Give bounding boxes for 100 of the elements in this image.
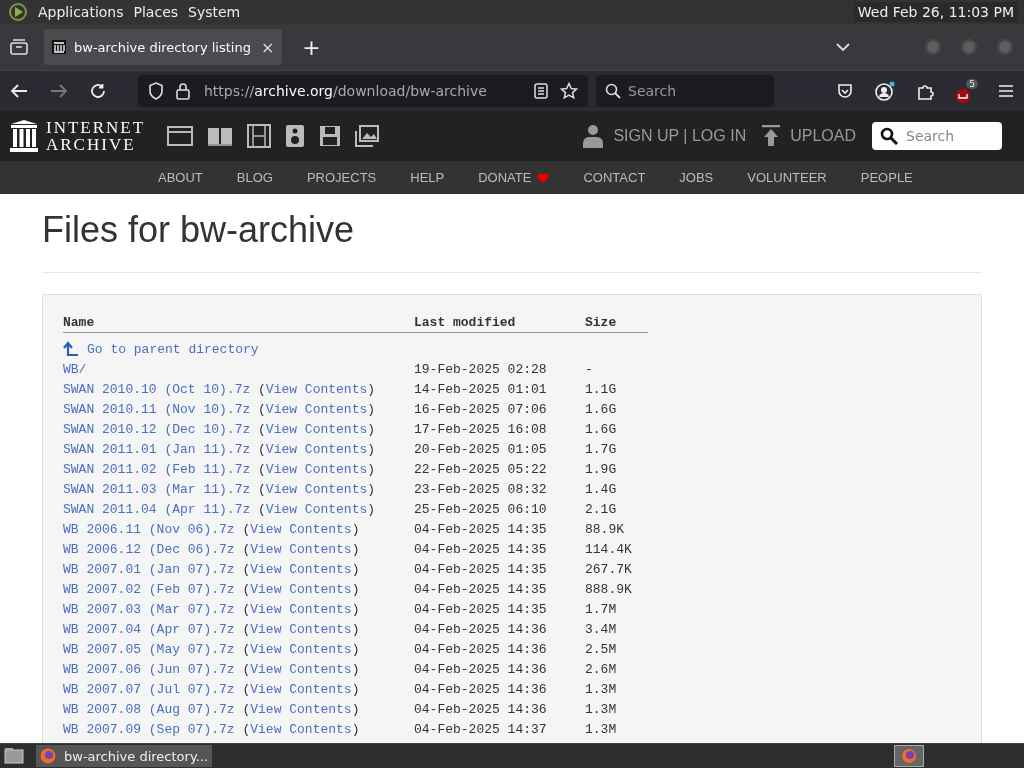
nav-link[interactable]: CONTACT (583, 170, 646, 185)
file-link[interactable]: WB/ (63, 361, 87, 377)
view-contents-link[interactable]: View Contents (250, 521, 352, 537)
clock: Wed Feb 26, 11:03 PM (853, 2, 1018, 22)
file-link[interactable]: SWAN 2011.02 (Feb 11).7z (63, 461, 251, 477)
parenthesis: ( (242, 621, 251, 637)
nav-link[interactable]: JOBS (679, 170, 714, 185)
view-contents-link[interactable]: View Contents (250, 701, 352, 717)
chevron-down-icon[interactable] (836, 42, 850, 52)
parenthesis: ( (258, 381, 266, 397)
search-field[interactable]: Search (596, 75, 774, 107)
panel-menu[interactable]: System (188, 4, 241, 20)
parenthesis: ( (242, 721, 251, 737)
view-contents-link[interactable]: View Contents (250, 721, 352, 737)
reload-icon[interactable] (90, 83, 106, 99)
file-link[interactable]: WB 2007.04 (Apr 07).7z (63, 621, 235, 637)
nav-link[interactable]: BLOG (236, 170, 273, 185)
file-link[interactable]: WB 2007.03 (Mar 07).7z (63, 601, 235, 617)
file-link[interactable]: SWAN 2011.01 (Jan 11).7z (63, 441, 251, 457)
file-link[interactable]: SWAN 2011.03 (Mar 11).7z (63, 481, 251, 497)
file-size: 114.4K (585, 541, 633, 557)
modified-date: 04-Feb-2025 14:35 (414, 601, 548, 617)
account-link[interactable]: SIGN UP | LOG IN (613, 127, 747, 145)
view-contents-link[interactable]: View Contents (250, 561, 352, 577)
back-arrow-icon[interactable] (10, 83, 28, 99)
view-contents-link[interactable]: View Contents (265, 421, 368, 437)
file-link[interactable]: WB 2007.05 (May 07).7z (63, 641, 235, 657)
menu-logo-icon[interactable] (8, 2, 28, 22)
nav-link[interactable]: ABOUT (158, 170, 203, 185)
reader-view-icon[interactable] (534, 83, 548, 99)
browser-window-icon[interactable] (167, 125, 194, 147)
view-contents-link[interactable]: View Contents (265, 441, 368, 457)
parenthesis: ) (367, 441, 376, 457)
parenthesis: ) (367, 461, 376, 477)
view-contents-link[interactable]: View Contents (265, 401, 368, 417)
parenthesis: ( (242, 601, 251, 617)
file-link[interactable]: WB 2007.06 (Jun 07).7z (63, 661, 235, 677)
view-contents-link[interactable]: View Contents (250, 681, 352, 697)
file-link[interactable]: SWAN 2010.12 (Dec 10).7z (63, 421, 251, 437)
columns-icon[interactable] (10, 120, 38, 152)
panel-menu[interactable]: Applications (38, 4, 124, 20)
logo-text[interactable]: INTERNET (46, 119, 146, 136)
view-contents-link[interactable]: View Contents (265, 501, 368, 517)
nav-link[interactable]: PROJECTS (306, 170, 377, 185)
pocket-icon[interactable] (837, 83, 853, 99)
modified-date: 04-Feb-2025 14:37 (414, 721, 548, 737)
view-contents-link[interactable]: View Contents (250, 541, 352, 557)
view-contents-link[interactable]: View Contents (250, 641, 352, 657)
star-icon[interactable] (560, 82, 578, 100)
file-link[interactable]: SWAN 2010.11 (Nov 10).7z (63, 401, 251, 417)
speaker-icon[interactable] (285, 124, 306, 148)
parenthesis: ) (367, 401, 376, 417)
nav-link[interactable]: VOLUNTEER (747, 170, 827, 185)
address-field[interactable]: https://archive.org/download/bw-archive (138, 75, 588, 107)
view-contents-link[interactable]: View Contents (250, 621, 352, 637)
nav-link[interactable]: HELP (410, 170, 445, 185)
parenthesis: ( (258, 441, 266, 457)
file-size: 1.4G (585, 481, 618, 497)
tab-list-icon[interactable] (10, 39, 28, 55)
parenthesis: ( (258, 401, 266, 417)
view-contents-link[interactable]: View Contents (265, 481, 368, 497)
file-link[interactable]: WB 2007.01 (Jan 07).7z (63, 561, 235, 577)
view-contents-link[interactable]: View Contents (250, 581, 352, 597)
film-strip-icon[interactable] (247, 124, 272, 148)
file-size: 1.7G (585, 441, 618, 457)
open-book-icon[interactable] (207, 125, 234, 147)
puzzle-piece-icon[interactable] (917, 82, 935, 100)
browser-tab[interactable]: bw-archive directory listing × (44, 29, 283, 65)
file-link[interactable]: WB 2007.02 (Feb 07).7z (63, 581, 235, 597)
forward-arrow-icon[interactable] (50, 83, 68, 99)
view-contents-link[interactable]: View Contents (265, 461, 368, 477)
taskbar-window-button[interactable]: bw-archive directory... (36, 745, 213, 767)
nav-link[interactable]: DONATE (478, 170, 532, 185)
parenthesis: ( (242, 561, 251, 577)
file-link[interactable]: WB 2007.09 (Sep 07).7z (63, 721, 235, 737)
search-field[interactable]: Search (872, 122, 1002, 150)
parent-directory-link[interactable]: Go to parent directory (63, 341, 585, 357)
view-contents-link[interactable]: View Contents (250, 661, 352, 677)
file-link[interactable]: WB 2006.11 (Nov 06).7z (63, 521, 235, 537)
account-icon[interactable] (875, 81, 895, 101)
images-icon[interactable] (355, 125, 380, 147)
view-contents-link[interactable]: View Contents (265, 381, 368, 397)
panel-menu[interactable]: Places (133, 4, 179, 20)
file-link[interactable]: SWAN 2011.04 (Apr 11).7z (63, 501, 251, 517)
upload-link[interactable]: UPLOAD (790, 127, 856, 145)
file-link[interactable]: WB 2006.12 (Dec 06).7z (63, 541, 235, 557)
new-tab-button[interactable]: + (294, 34, 329, 60)
nav-link[interactable]: PEOPLE (860, 170, 913, 185)
file-link[interactable]: WB 2007.08 (Aug 07).7z (63, 701, 235, 717)
file-link[interactable]: SWAN 2010.10 (Oct 10).7z (63, 381, 251, 397)
extension-button[interactable]: 5 (955, 78, 978, 104)
menu-icon[interactable] (998, 84, 1014, 98)
logo-text[interactable]: ARCHIVE (46, 136, 146, 153)
file-size: 1.7M (585, 601, 618, 617)
file-link[interactable]: WB 2007.07 (Jul 07).7z (63, 681, 235, 697)
close-tab-button[interactable]: × (260, 37, 275, 57)
modified-date: 04-Feb-2025 14:36 (414, 661, 548, 677)
file-size: 2.6M (585, 661, 618, 677)
view-contents-link[interactable]: View Contents (250, 601, 352, 617)
modified-date: 20-Feb-2025 01:05 (414, 441, 548, 457)
